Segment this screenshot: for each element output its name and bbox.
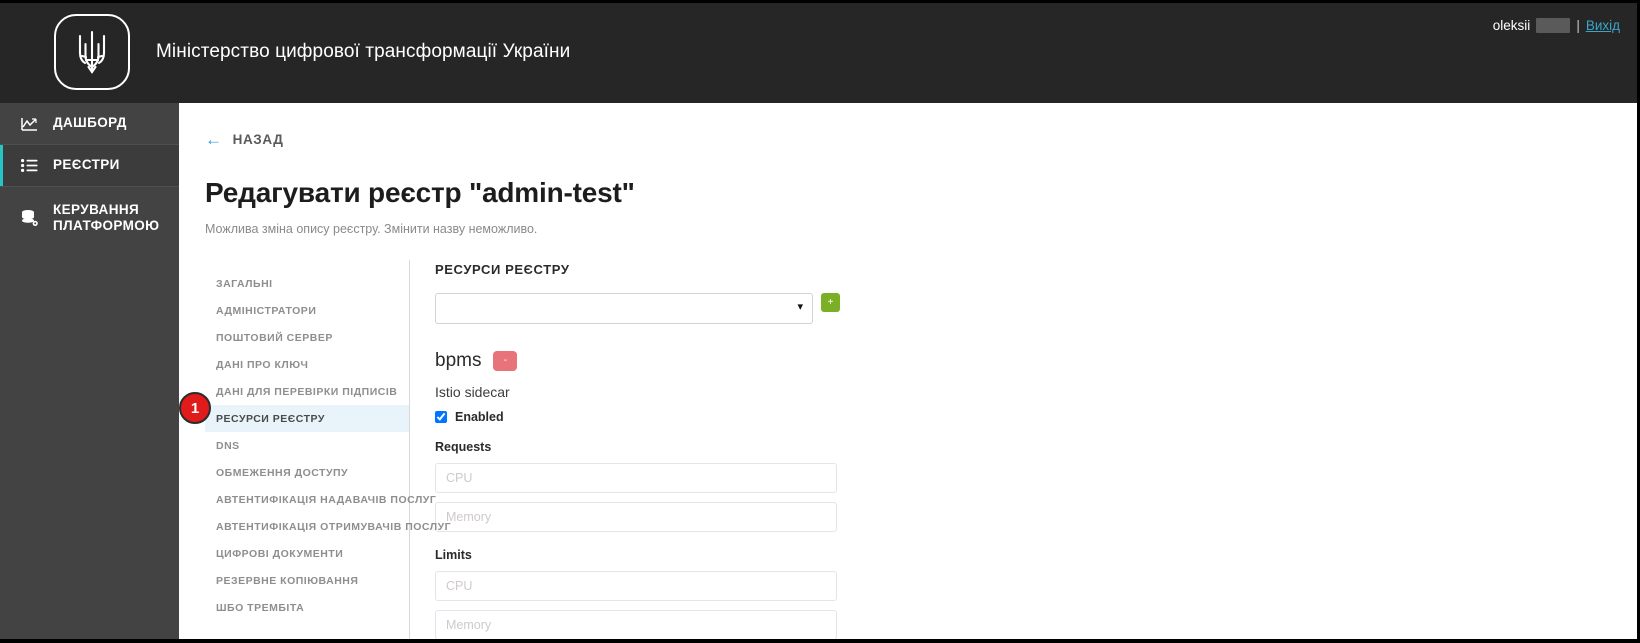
tab-access-restrictions[interactable]: ОБМЕЖЕННЯ ДОСТУПУ xyxy=(205,459,409,486)
account-username: oleksii xyxy=(1492,18,1531,33)
tab-registry-resources[interactable]: РЕСУРСИ РЕЄСТРУ xyxy=(205,405,409,432)
requests-group-label: Requests xyxy=(435,440,492,454)
resource-select[interactable] xyxy=(435,293,813,324)
tab-dns[interactable]: DNS xyxy=(205,432,409,459)
frame-border-bottom xyxy=(0,639,1640,643)
brand-title: Міністерство цифрової трансформації Укра… xyxy=(156,40,571,62)
istio-enabled-checkbox[interactable] xyxy=(435,411,447,423)
istio-enabled-label[interactable]: Enabled xyxy=(455,410,504,424)
tab-label: ШБО ТРЕМБІТА xyxy=(216,601,305,614)
page-title: Редагувати реєстр "admin-test" xyxy=(205,177,635,208)
tab-label: ДАНІ ДЛЯ ПЕРЕВІРКИ ПІДПИСІВ xyxy=(216,385,398,398)
tab-label: ЦИФРОВІ ДОКУМЕНТИ xyxy=(216,547,344,560)
back-button[interactable]: ← НАЗАД xyxy=(205,131,283,148)
tab-provider-authentication[interactable]: АВТЕНТИФІКАЦІЯ НАДАВАЧІВ ПОСЛУГ xyxy=(205,486,436,513)
tab-general[interactable]: ЗАГАЛЬНІ xyxy=(205,270,409,297)
page-subtitle: Можлива зміна опису реєстру. Змінити наз… xyxy=(205,222,538,236)
resource-add-row: ▾ + xyxy=(435,293,1640,324)
top-header-bar: Міністерство цифрової трансформації Укра… xyxy=(0,0,1640,103)
tab-label: ЗАГАЛЬНІ xyxy=(216,277,273,290)
app-root: Міністерство цифрової трансформації Укра… xyxy=(0,0,1640,643)
add-resource-button[interactable]: + xyxy=(821,293,840,312)
step-annotation-badge: 1 xyxy=(179,392,211,424)
logout-link[interactable]: Вихід xyxy=(1586,18,1620,33)
resource-select-wrapper: ▾ xyxy=(435,293,813,324)
ukraine-trident-icon xyxy=(54,13,130,90)
requests-cpu-input[interactable] xyxy=(435,463,837,493)
chart-icon xyxy=(18,117,40,131)
redacted-account-detail xyxy=(1536,18,1571,33)
database-gear-icon xyxy=(18,209,40,227)
tab-label: РЕЗЕРВНЕ КОПІЮВАННЯ xyxy=(216,574,359,587)
tab-digital-documents[interactable]: ЦИФРОВІ ДОКУМЕНТИ xyxy=(205,540,409,567)
sidebar-item-label: РЕЄСТРИ xyxy=(53,157,120,173)
tab-administrators[interactable]: АДМІНІСТРАТОРИ xyxy=(205,297,409,324)
tab-key-data[interactable]: ДАНІ ПРО КЛЮЧ xyxy=(205,351,409,378)
tab-backup[interactable]: РЕЗЕРВНЕ КОПІЮВАННЯ xyxy=(205,567,409,594)
limits-memory-input[interactable] xyxy=(435,610,837,640)
limits-group-label: Limits xyxy=(435,548,472,562)
settings-tab-list: ЗАГАЛЬНІ АДМІНІСТРАТОРИ ПОШТОВИЙ СЕРВЕР … xyxy=(205,260,451,640)
istio-enabled-row: Enabled xyxy=(435,410,1640,424)
brand: Міністерство цифрової трансформації Укра… xyxy=(0,13,571,90)
settings-panes: ЗАГАЛЬНІ АДМІНІСТРАТОРИ ПОШТОВИЙ СЕРВЕР … xyxy=(205,260,1640,640)
tab-trembita[interactable]: ШБО ТРЕМБІТА xyxy=(205,594,409,621)
tab-label: АВТЕНТИФІКАЦІЯ ОТРИМУВАЧІВ ПОСЛУГ xyxy=(216,520,452,533)
sidebar-item-label: КЕРУВАННЯ ПЛАТФОРМОЮ xyxy=(53,201,160,233)
tab-label: DNS xyxy=(216,439,240,452)
tab-label: РЕСУРСИ РЕЄСТРУ xyxy=(216,412,325,425)
limits-cpu-input[interactable] xyxy=(435,571,837,601)
list-icon xyxy=(18,159,40,172)
tab-label: ОБМЕЖЕННЯ ДОСТУПУ xyxy=(216,466,349,479)
resource-header: bpms - xyxy=(435,350,1640,372)
tab-label: АВТЕНТИФІКАЦІЯ НАДАВАЧІВ ПОСЛУГ xyxy=(216,493,437,506)
back-button-label: НАЗАД xyxy=(232,132,284,147)
tab-recipient-authentication[interactable]: АВТЕНТИФІКАЦІЯ ОТРИМУВАЧІВ ПОСЛУГ xyxy=(205,513,451,540)
tab-label: ДАНІ ПРО КЛЮЧ xyxy=(216,358,309,371)
registry-resources-form: РЕСУРСИ РЕЄСТРУ ▾ + bpms - Istio sidecar… xyxy=(410,260,1640,640)
arrow-left-icon: ← xyxy=(205,130,223,149)
tab-label: ПОШТОВИЙ СЕРВЕР xyxy=(216,331,333,344)
sidebar-item-label: ДАШБОРД xyxy=(53,115,127,131)
account-area: oleksii | Вихід xyxy=(1493,18,1620,33)
istio-sidecar-label: Istio sidecar xyxy=(435,384,510,400)
form-section-title: РЕСУРСИ РЕЄСТРУ xyxy=(435,262,570,277)
sidebar-item-dashboard[interactable]: ДАШБОРД xyxy=(0,103,179,145)
main-sidebar: ДАШБОРД РЕЄСТРИ КЕРУВАННЯ ПЛАТФОРМОЮ xyxy=(0,103,179,643)
resource-name: bpms xyxy=(435,350,482,371)
tab-mail-server[interactable]: ПОШТОВИЙ СЕРВЕР xyxy=(205,324,409,351)
sidebar-item-registries[interactable]: РЕЄСТРИ xyxy=(0,145,179,187)
resource-block-bpms: bpms - Istio sidecar Enabled Requests Li… xyxy=(435,350,1640,640)
tab-label: АДМІНІСТРАТОРИ xyxy=(216,304,317,317)
account-separator: | xyxy=(1576,18,1580,33)
sidebar-item-platform-management[interactable]: КЕРУВАННЯ ПЛАТФОРМОЮ xyxy=(0,187,179,249)
tab-signature-verification-data[interactable]: ДАНІ ДЛЯ ПЕРЕВІРКИ ПІДПИСІВ xyxy=(205,378,409,405)
requests-memory-input[interactable] xyxy=(435,502,837,532)
remove-resource-button[interactable]: - xyxy=(493,351,518,371)
main-content: ← НАЗАД Редагувати реєстр "admin-test" М… xyxy=(179,103,1640,643)
frame-border-top xyxy=(0,0,1640,3)
